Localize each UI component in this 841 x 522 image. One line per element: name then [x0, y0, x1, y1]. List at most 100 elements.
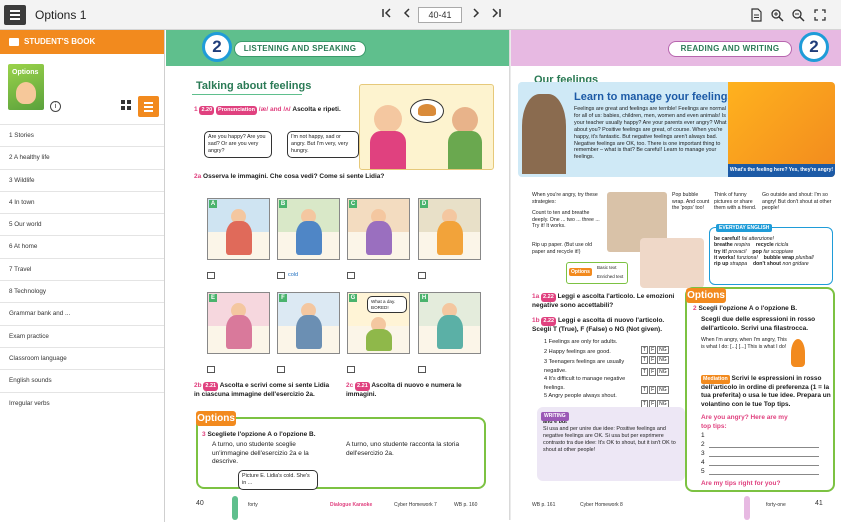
list-view-icon[interactable]: [138, 96, 159, 117]
footer-link[interactable]: Dialogue Karaoke: [330, 502, 372, 508]
info-icon[interactable]: i: [50, 101, 61, 112]
audio-track-2c[interactable]: 2.21: [355, 382, 370, 391]
rhyme-example: When I'm angry, when I'm angry, This is …: [701, 337, 787, 350]
left-page: 2 LISTENING AND SPEAKING Talking about f…: [166, 30, 510, 520]
strategy-1: Count to ten and breathe deeply. One ...…: [532, 210, 600, 229]
sidebar-item-our-world[interactable]: 5 Our world: [0, 213, 164, 235]
example-bubble: Picture E. Lidia's cold. She's in ...: [238, 470, 318, 490]
sidebar-item-english-sounds[interactable]: English sounds: [0, 369, 164, 391]
page-number: 40: [196, 500, 204, 507]
options-tag: Options: [196, 411, 236, 426]
zoom-out-icon[interactable]: [791, 8, 805, 22]
text-version-switch: Options Basic text Enriched text: [566, 262, 628, 284]
app-title: Options 1: [35, 8, 87, 22]
footer-link[interactable]: WB p. 160: [454, 502, 477, 508]
tip-line[interactable]: 4: [701, 459, 705, 468]
title-underline: [192, 94, 302, 95]
audio-track-1b[interactable]: 2.22: [541, 317, 557, 326]
thought-bubble: What a day. BORED!: [367, 296, 407, 313]
answer-box[interactable]: [207, 366, 215, 373]
grid-view-icon[interactable]: [121, 100, 132, 111]
footer-link[interactable]: WB p. 161: [532, 502, 555, 508]
dialogue-karaoke-link[interactable]: Dialogue Karaoke: [330, 502, 372, 508]
picture-frame-f: F: [277, 292, 340, 354]
pronunciation-illustration: [359, 84, 494, 170]
exercise-2-number: 2: [693, 305, 697, 312]
audio-track-1a[interactable]: 2.22: [541, 293, 556, 302]
tip-line[interactable]: 5: [701, 468, 705, 477]
right-page: READING AND WRITING 2 Our feelings Learn…: [510, 30, 841, 520]
sidebar-item-stories[interactable]: 1 Stories: [0, 124, 164, 146]
first-page-icon[interactable]: [380, 7, 394, 23]
sidebar-item-irregular-verbs[interactable]: Irregular verbs: [0, 391, 164, 414]
strategy-3: Pop bubble wrap. And count the 'pops' to…: [672, 192, 710, 211]
next-page-icon[interactable]: [469, 7, 483, 23]
speech-bubble: I'm not happy, sad or angry. But I'm ver…: [287, 131, 359, 158]
prev-page-icon[interactable]: [400, 7, 414, 23]
options-tag: Options: [686, 288, 726, 303]
audio-track-1[interactable]: 2.20: [199, 106, 215, 115]
sidebar-header[interactable]: STUDENT'S BOOK: [0, 30, 164, 54]
audio-track-2b[interactable]: 2.21: [203, 382, 219, 391]
sidebar-item-healthy-life[interactable]: 2 A healthy life: [0, 146, 164, 168]
photo-caption: What's the feeling here? Yes, they're an…: [728, 164, 835, 177]
book-cover-thumbnail[interactable]: Options: [8, 64, 44, 110]
footer-link[interactable]: Cyber Homework 8: [580, 502, 623, 508]
basic-text-link[interactable]: Basic text: [597, 265, 617, 270]
speech-bubble: Are you happy? Are you sad? Or are you v…: [204, 131, 272, 158]
article-banner: Learn to manage your feelings Feelings a…: [518, 82, 835, 177]
option-a-text: Scegli due delle espressioni in rosso de…: [701, 316, 816, 332]
exercise-2-instruction: Scegli l'opzione A o l'opzione B.: [698, 305, 798, 312]
answer-box[interactable]: [418, 272, 426, 279]
tips-footer: Are my tips right for you?: [701, 480, 781, 487]
book-viewer[interactable]: 2 LISTENING AND SPEAKING Talking about f…: [166, 30, 841, 522]
everyday-english-tag: EVERYDAY ENGLISH: [716, 224, 773, 233]
microphone-icon: [791, 339, 805, 367]
tip-line[interactable]: 3: [701, 450, 705, 459]
tip-line[interactable]: 2: [701, 441, 705, 450]
statement-5: 5 Angry people always shout.: [544, 393, 617, 399]
sidebar-item-wildlife[interactable]: 3 Wildlife: [0, 168, 164, 191]
footer-link[interactable]: Cyber Homework 7: [394, 502, 437, 508]
answer-box[interactable]: [418, 366, 426, 373]
bubble-wrap-photo: [640, 238, 704, 288]
sidebar-item-grammar-bank[interactable]: Grammar bank and ...: [0, 302, 164, 324]
option-b: Mediation Scrivi le espressioni in rosso…: [701, 375, 831, 409]
menu-icon[interactable]: [4, 5, 26, 25]
exercise-3: 3 Scegliete l'opzione A o l'opzione B.: [202, 431, 482, 440]
sidebar-item-in-town[interactable]: 4 In town: [0, 190, 164, 213]
sidebar-header-label: STUDENT'S BOOK: [24, 37, 96, 46]
answer-box[interactable]: [347, 366, 355, 373]
tip-line[interactable]: 1: [701, 432, 705, 441]
sidebar-item-technology[interactable]: 8 Technology: [0, 280, 164, 302]
section-title: LISTENING AND SPEAKING: [234, 41, 366, 57]
sidebar-item-classroom-language[interactable]: Classroom language: [0, 346, 164, 369]
sidebar-item-at-home[interactable]: 6 At home: [0, 235, 164, 257]
page-number-input[interactable]: 40-41: [418, 7, 462, 23]
exercise-1: 1 2.20 Pronunciation /æ/ and /ʌ/ Ascolta…: [194, 106, 364, 115]
zoom-in-icon[interactable]: [770, 8, 784, 22]
cover-photo: [16, 82, 36, 104]
exercise-2a-number: 2a: [194, 173, 202, 180]
writing-tag: WRITING: [541, 412, 569, 421]
exercise-2b-number: 2b: [194, 382, 202, 389]
last-page-icon[interactable]: [489, 7, 503, 23]
answer-box[interactable]: [277, 272, 285, 279]
enriched-text-link[interactable]: Enriched text: [597, 274, 623, 279]
everyday-english-box: EVERYDAY ENGLISH be careful! fai attenzi…: [709, 224, 833, 285]
page-number: 41: [815, 500, 823, 507]
section-title: READING AND WRITING: [668, 41, 792, 57]
answer-box[interactable]: [277, 366, 285, 373]
tfng-choices[interactable]: T F NG: [640, 360, 669, 378]
pronunciation-sounds: /æ/ and /ʌ/: [258, 106, 291, 113]
answer-box[interactable]: [207, 272, 215, 279]
sidebar-item-exam-practice[interactable]: Exam practice: [0, 324, 164, 347]
document-icon[interactable]: [749, 8, 763, 22]
picture-frame-h: H: [418, 292, 481, 354]
exercise-2c-number: 2c: [346, 382, 354, 389]
sidebar-item-travel[interactable]: 7 Travel: [0, 257, 164, 280]
exercise-2c: 2c 2.21 Ascolta di nuovo e numera le imm…: [346, 382, 466, 399]
page-word: forty: [248, 502, 258, 508]
answer-box[interactable]: [347, 272, 355, 279]
fullscreen-icon[interactable]: [813, 8, 827, 22]
